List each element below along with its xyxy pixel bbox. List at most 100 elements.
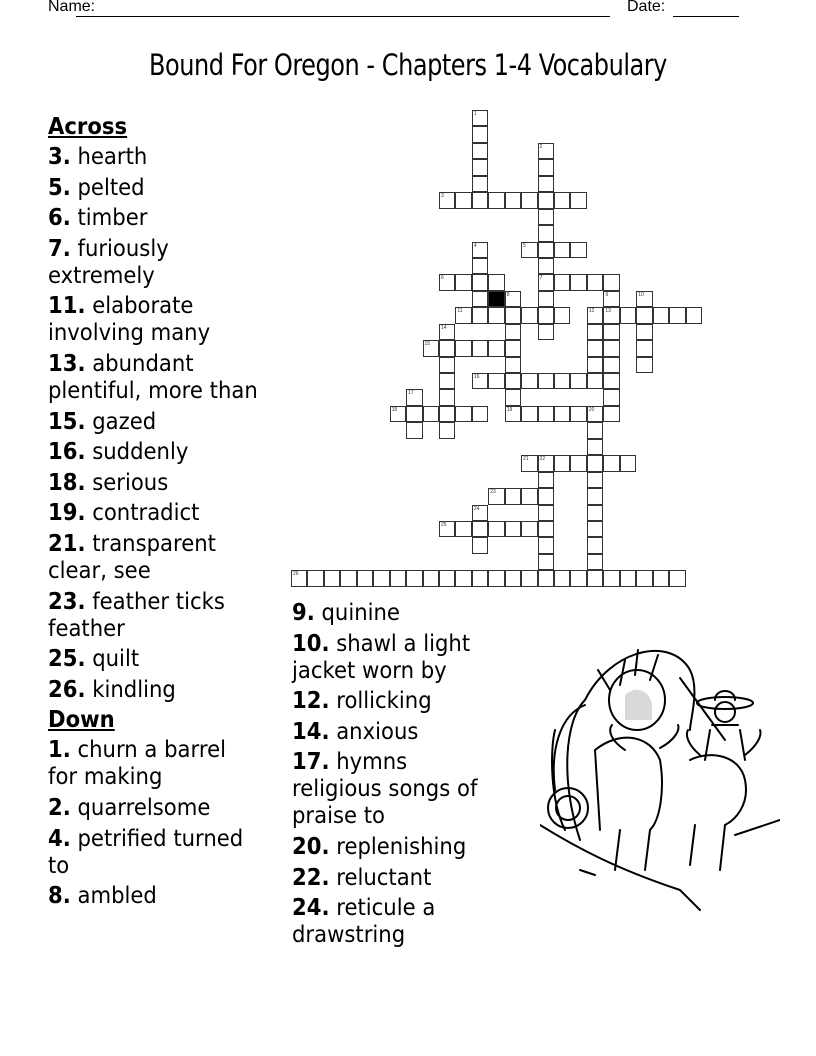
crossword-cell[interactable] <box>471 142 489 160</box>
crossword-cell[interactable]: 19 <box>504 405 522 423</box>
crossword-cell[interactable] <box>554 274 571 291</box>
crossword-cell[interactable] <box>636 356 653 374</box>
crossword-cell[interactable]: 26 <box>291 570 308 587</box>
crossword-cell[interactable] <box>586 537 604 554</box>
crossword-cell[interactable]: 25 <box>438 521 456 538</box>
crossword-cell[interactable] <box>570 570 587 587</box>
crossword-cell[interactable] <box>570 455 587 472</box>
crossword-cell[interactable] <box>455 192 472 209</box>
crossword-cell[interactable] <box>586 488 604 505</box>
crossword-cell[interactable] <box>554 570 571 587</box>
name-field[interactable] <box>76 16 610 17</box>
crossword-cell[interactable] <box>603 455 620 472</box>
crossword-cell[interactable] <box>504 356 522 374</box>
crossword-cell[interactable] <box>504 323 522 341</box>
crossword-cell[interactable] <box>537 537 555 554</box>
crossword-cell[interactable] <box>537 208 555 226</box>
crossword-cell[interactable] <box>521 521 538 538</box>
crossword-cell[interactable] <box>438 422 456 439</box>
crossword-cell[interactable] <box>554 373 571 390</box>
crossword-cell[interactable] <box>471 159 489 176</box>
crossword-cell[interactable] <box>652 570 670 587</box>
crossword-cell[interactable] <box>603 373 620 390</box>
crossword-cell[interactable] <box>521 570 538 587</box>
date-field[interactable] <box>673 16 739 17</box>
crossword-cell[interactable]: 22 <box>537 455 555 472</box>
crossword-cell[interactable] <box>685 307 702 324</box>
crossword-cell[interactable] <box>537 553 555 571</box>
crossword-cell[interactable] <box>570 241 587 258</box>
crossword-cell[interactable] <box>586 504 604 521</box>
crossword-cell[interactable] <box>521 373 538 390</box>
crossword-cell[interactable] <box>586 356 604 374</box>
crossword-cell[interactable] <box>554 241 571 258</box>
crossword-cell[interactable] <box>438 373 456 390</box>
crossword-cell[interactable] <box>636 570 653 587</box>
crossword-cell[interactable] <box>471 126 489 143</box>
crossword-cell[interactable] <box>471 175 489 193</box>
crossword-cell[interactable] <box>438 405 456 423</box>
crossword-cell[interactable] <box>537 175 555 193</box>
crossword-cell[interactable] <box>471 192 489 209</box>
crossword-cell[interactable] <box>471 274 489 291</box>
crossword-cell[interactable]: 4 <box>471 241 489 258</box>
crossword-cell[interactable] <box>455 340 472 357</box>
crossword-cell[interactable] <box>586 323 604 341</box>
crossword-cell[interactable] <box>537 373 555 390</box>
crossword-cell[interactable]: 10 <box>636 290 653 308</box>
crossword-cell[interactable] <box>455 521 472 538</box>
crossword-cell[interactable] <box>603 274 620 291</box>
crossword-cell[interactable] <box>537 290 555 308</box>
crossword-cell[interactable] <box>537 488 555 505</box>
crossword-cell[interactable]: 15 <box>422 340 439 357</box>
crossword-cell[interactable]: 18 <box>389 405 407 423</box>
crossword-cell[interactable] <box>504 340 522 357</box>
crossword-cell[interactable]: 1 <box>471 110 489 127</box>
crossword-cell[interactable] <box>586 373 604 390</box>
crossword-cell[interactable] <box>504 488 522 505</box>
crossword-cell[interactable] <box>340 570 357 587</box>
crossword-cell[interactable] <box>488 521 505 538</box>
crossword-cell[interactable] <box>554 455 571 472</box>
crossword-cell[interactable] <box>471 537 489 554</box>
crossword-cell[interactable] <box>603 323 620 341</box>
crossword-cell[interactable] <box>521 488 538 505</box>
crossword-cell[interactable] <box>504 307 522 324</box>
crossword-cell[interactable]: 11 <box>455 307 472 324</box>
crossword-cell[interactable] <box>570 405 587 423</box>
crossword-cell[interactable] <box>488 373 505 390</box>
crossword-cell[interactable] <box>619 570 637 587</box>
crossword-cell[interactable] <box>455 274 472 291</box>
crossword-cell[interactable] <box>537 159 555 176</box>
crossword-cell[interactable]: 2 <box>537 142 555 160</box>
crossword-cell[interactable] <box>603 570 620 587</box>
crossword-cell[interactable] <box>636 340 653 357</box>
crossword-cell[interactable] <box>537 405 555 423</box>
crossword-cell[interactable] <box>554 192 571 209</box>
crossword-cell[interactable] <box>669 570 686 587</box>
crossword-cell[interactable] <box>471 405 489 423</box>
crossword-cell[interactable] <box>603 340 620 357</box>
crossword-cell[interactable]: 23 <box>488 488 505 505</box>
crossword-cell[interactable] <box>537 307 555 324</box>
crossword-cell[interactable] <box>537 504 555 521</box>
crossword-cell[interactable] <box>586 471 604 489</box>
crossword-cell[interactable] <box>669 307 686 324</box>
crossword-cell[interactable] <box>586 274 604 291</box>
crossword-cell[interactable] <box>471 340 489 357</box>
crossword-cell[interactable] <box>504 570 522 587</box>
crossword-cell[interactable]: 17 <box>406 389 423 406</box>
crossword-cell[interactable] <box>455 570 472 587</box>
crossword-cell[interactable] <box>586 521 604 538</box>
crossword-cell[interactable]: 5 <box>521 241 538 258</box>
crossword-cell[interactable] <box>488 274 505 291</box>
crossword-cell[interactable] <box>422 570 439 587</box>
crossword-cell[interactable]: 3 <box>438 192 456 209</box>
crossword-cell[interactable] <box>488 307 505 324</box>
crossword-cell[interactable] <box>389 570 407 587</box>
crossword-cell[interactable] <box>586 553 604 571</box>
crossword-cell[interactable] <box>537 323 555 341</box>
crossword-cell[interactable] <box>488 340 505 357</box>
crossword-cell[interactable] <box>406 570 423 587</box>
crossword-cell[interactable] <box>438 389 456 406</box>
